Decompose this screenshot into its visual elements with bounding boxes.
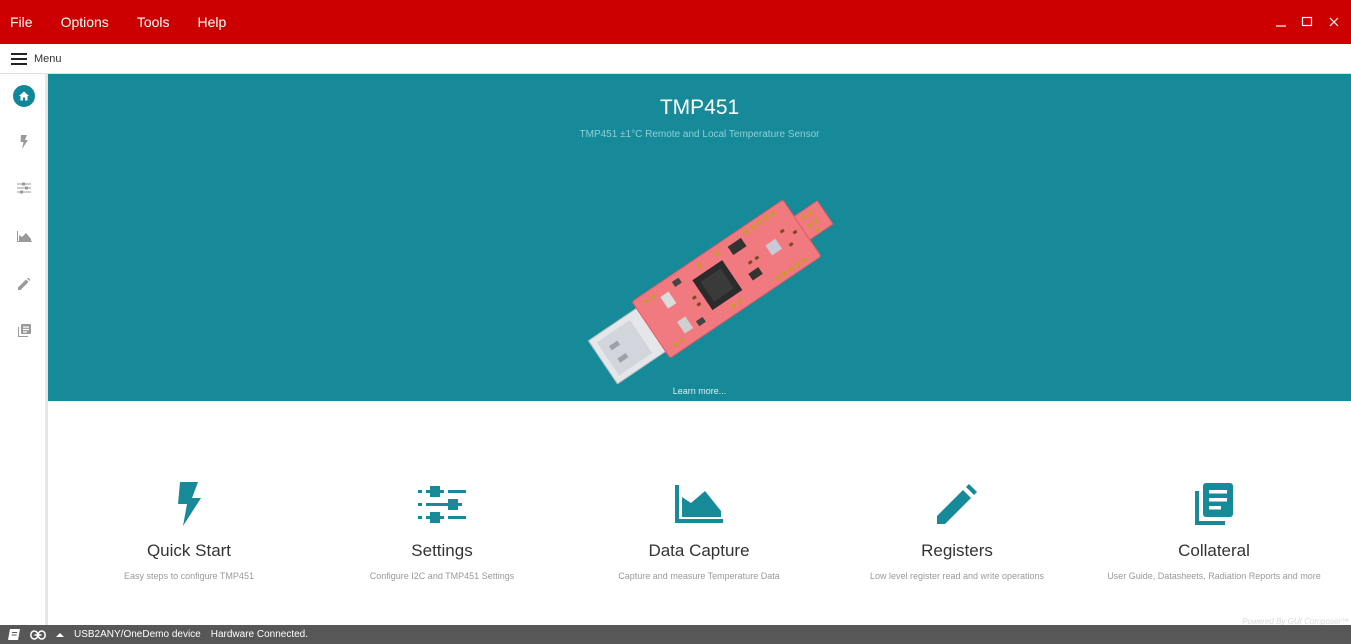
document-icon [17,323,31,337]
home-icon [19,91,29,101]
card-description: Configure I2C and TMP451 Settings [369,571,515,581]
title-bar: File Options Tools Help [0,0,1351,44]
status-bar: USB2ANY/OneDemo device Hardware Connecte… [0,625,1351,644]
pencil-icon [937,484,977,524]
card-description: Low level register read and write operat… [869,571,1045,581]
sliders-icon [17,182,31,194]
link-icon [30,629,46,640]
home-icon-badge [13,85,35,107]
status-expand-button[interactable] [56,632,64,638]
minimize-icon [1276,25,1286,27]
evm-board-image [587,200,834,384]
log-button[interactable] [8,629,20,640]
notebook-icon [8,629,20,640]
sidebar-item-collateral[interactable] [0,310,48,350]
lightning-icon [178,482,201,526]
card-registers[interactable]: Registers Low level register read and wr… [827,479,1087,589]
card-title: Collateral [1178,541,1250,560]
device-label: USB2ANY/OneDemo device [74,629,201,640]
menu-file[interactable]: File [0,0,47,44]
page-subtitle: TMP451 ±1°C Remote and Local Temperature… [579,129,820,140]
card-settings[interactable]: Settings Configure I2C and TMP451 Settin… [312,479,572,589]
close-icon [1329,17,1339,27]
learn-more-link[interactable]: Learn more... [48,386,1351,396]
sliders-icon [418,486,466,523]
main-menu: File Options Tools Help [0,0,240,44]
card-title: Data Capture [648,541,750,560]
connect-button[interactable] [30,629,46,640]
area-chart-icon [675,485,723,523]
hamburger-icon [11,52,27,65]
close-button[interactable] [1317,0,1351,44]
sidebar [0,74,48,625]
card-title: Settings [411,541,473,560]
lightning-icon [20,135,28,149]
page-title: TMP451 [659,96,740,119]
card-title: Quick Start [146,541,232,560]
menu-options[interactable]: Options [47,0,123,44]
card-description: User Guide, Datasheets, Radiation Report… [1107,571,1321,581]
menu-help[interactable]: Help [184,0,241,44]
area-chart-icon [16,230,32,242]
menu-label[interactable]: Menu [34,53,62,65]
caret-up-icon [56,632,64,637]
feature-cards: Quick Start Easy steps to configure TMP4… [48,401,1351,625]
connection-status: Hardware Connected. [210,629,309,640]
menu-bar: Menu [0,44,1351,74]
card-title: Registers [921,541,993,560]
card-description: Easy steps to configure TMP451 [124,571,254,581]
sidebar-item-data-capture[interactable] [0,216,48,256]
menu-tools[interactable]: Tools [123,0,184,44]
hero-banner: TMP451 TMP451 ±1°C Remote and Local Temp… [48,74,1351,401]
sidebar-item-home[interactable] [0,76,48,116]
sidebar-item-quick-start[interactable] [0,122,48,162]
card-description: Capture and measure Temperature Data [618,571,780,581]
pencil-icon [18,278,30,290]
sidebar-item-settings[interactable] [0,168,48,208]
card-collateral[interactable]: Collateral User Guide, Datasheets, Radia… [1084,479,1344,589]
card-quick-start[interactable]: Quick Start Easy steps to configure TMP4… [59,479,319,589]
document-icon [1195,483,1233,525]
maximize-icon [1301,16,1313,27]
card-data-capture[interactable]: Data Capture Capture and measure Tempera… [569,479,829,589]
sidebar-item-registers[interactable] [0,264,48,304]
hamburger-menu-button[interactable] [8,48,30,70]
